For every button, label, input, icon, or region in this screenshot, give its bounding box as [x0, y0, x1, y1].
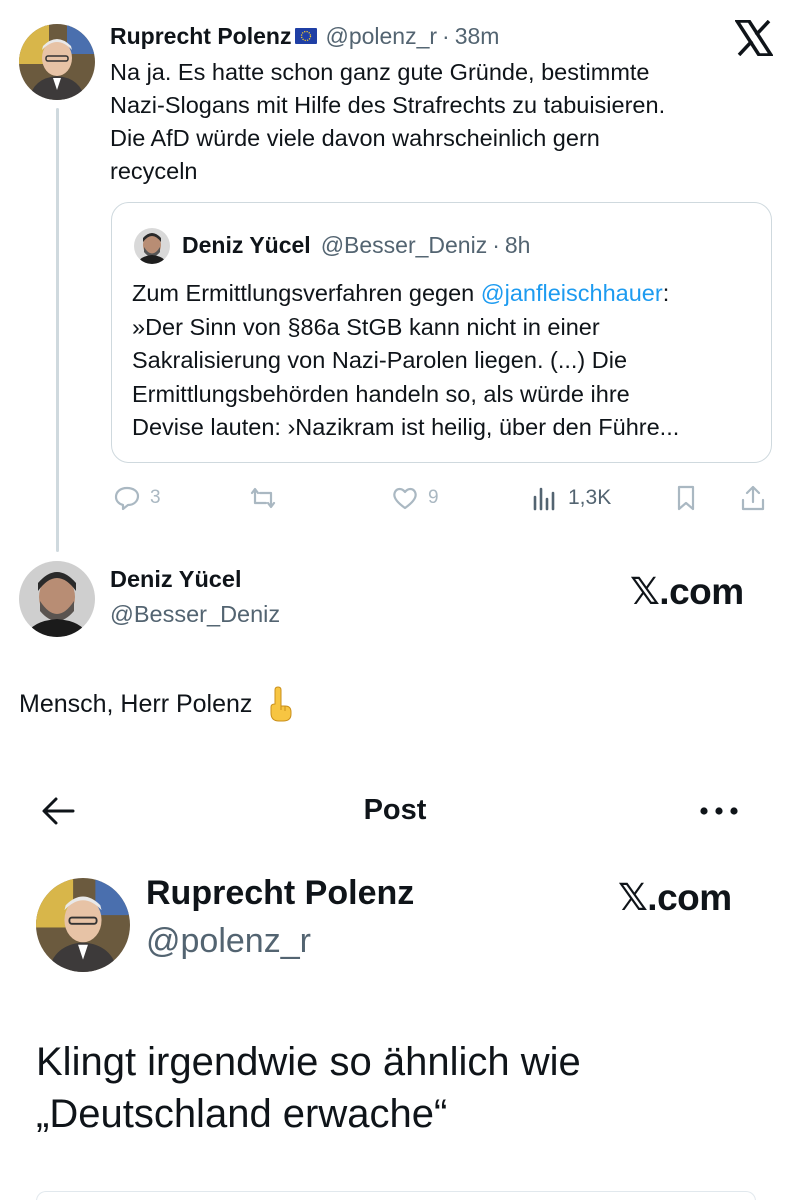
author-handle[interactable]: @polenz_r: [325, 23, 437, 50]
quoted-text-suffix: :: [662, 280, 670, 306]
avatar-polenz[interactable]: [36, 878, 130, 972]
more-icon[interactable]: [699, 806, 739, 816]
reply-count: 3: [150, 487, 161, 508]
author-name[interactable]: Deniz Yücel: [110, 566, 241, 593]
avatar-yucel[interactable]: [19, 561, 95, 637]
meta-separator: ·: [492, 231, 500, 258]
avatar-polenz[interactable]: [19, 24, 95, 100]
pointing-down-emoji-icon: [270, 686, 292, 722]
post-text-content: Mensch, Herr Polenz: [19, 689, 253, 718]
tweet-text-line: recyceln: [110, 158, 198, 184]
author-name[interactable]: Ruprecht Polenz: [110, 23, 291, 50]
quoted-tweet[interactable]: Deniz Yücel @Besser_Deniz · 8h Zum Ermit…: [111, 202, 772, 463]
meta-separator: ·: [442, 22, 450, 49]
quoted-handle[interactable]: @Besser_Deniz: [321, 232, 488, 259]
share-button[interactable]: [738, 478, 768, 518]
tweet-header: Ruprecht Polenz @polenz_r · 38m: [110, 20, 499, 52]
xcom-watermark: 𝕏.com: [618, 877, 732, 918]
quoted-text: Zum Ermittlungsverfahren gegen @janfleis…: [132, 277, 762, 445]
xcom-watermark: 𝕏.com: [630, 571, 744, 612]
like-button[interactable]: 9: [390, 478, 439, 518]
post-text: Mensch, Herr Polenz: [19, 686, 296, 722]
tweet-text-line: Na ja. Es hatte schon ganz gute Gründe, …: [110, 59, 650, 85]
quoted-header: Deniz Yücel @Besser_Deniz · 8h: [182, 227, 530, 263]
quoted-text-line: Zum Ermittlungsverfahren gegen @janfleis…: [132, 277, 762, 311]
eu-flag-icon: [295, 28, 318, 44]
tweet-text: Na ja. Es hatte schon ganz gute Gründe, …: [110, 56, 760, 188]
quoted-text-line: »Der Sinn von §86a StGB kann nicht in ei…: [132, 313, 600, 340]
reply-icon: [114, 486, 140, 511]
author-handle[interactable]: @polenz_r: [146, 922, 311, 961]
avatar-yucel: [134, 228, 170, 264]
tweet-time[interactable]: 38m: [455, 23, 500, 50]
post-text-line: „Deutschland erwache“: [36, 1092, 448, 1136]
like-count: 9: [428, 487, 439, 508]
post-text: Klingt irgendwie so ähnlich wie „Deutsch…: [36, 1036, 756, 1140]
bookmark-button[interactable]: [671, 478, 701, 518]
reply-button[interactable]: 3: [112, 478, 161, 518]
author-name[interactable]: Ruprecht Polenz: [146, 874, 414, 913]
quoted-text-prefix: Zum Ermittlungsverfahren gegen: [132, 280, 481, 306]
quoted-text-line: Devise lauten: ›Nazikram ist heilig, übe…: [132, 414, 680, 440]
x-logo-icon: [735, 20, 773, 56]
page-title: Post: [363, 794, 427, 826]
author-handle[interactable]: @Besser_Deniz: [110, 601, 280, 628]
bookmark-icon: [677, 485, 695, 511]
tweet-text-line: Nazi-Slogans mit Hilfe des Strafrechts z…: [110, 92, 666, 118]
share-icon: [741, 485, 765, 511]
quoted-time[interactable]: 8h: [505, 232, 531, 259]
like-icon: [393, 487, 417, 510]
views-icon: [533, 487, 555, 511]
post-text-line: Klingt irgendwie so ähnlich wie: [36, 1040, 581, 1084]
quoted-author-name[interactable]: Deniz Yücel: [182, 232, 311, 259]
retweet-button[interactable]: [248, 478, 278, 518]
retweet-icon: [250, 487, 276, 509]
tweet-text-line: Die AfD würde viele davon wahrscheinlich…: [110, 125, 600, 151]
quoted-text-line: Ermittlungsbehörden handeln so, als würd…: [132, 380, 630, 407]
thread-line: [56, 108, 59, 552]
views-button[interactable]: 1,3K: [530, 478, 611, 518]
quoted-text-line: Sakralisierung von Nazi-Parolen liegen. …: [132, 347, 628, 373]
card-edge: [36, 1191, 756, 1200]
mention-link[interactable]: @janfleischhauer: [481, 280, 663, 306]
view-count: 1,3K: [568, 486, 612, 509]
